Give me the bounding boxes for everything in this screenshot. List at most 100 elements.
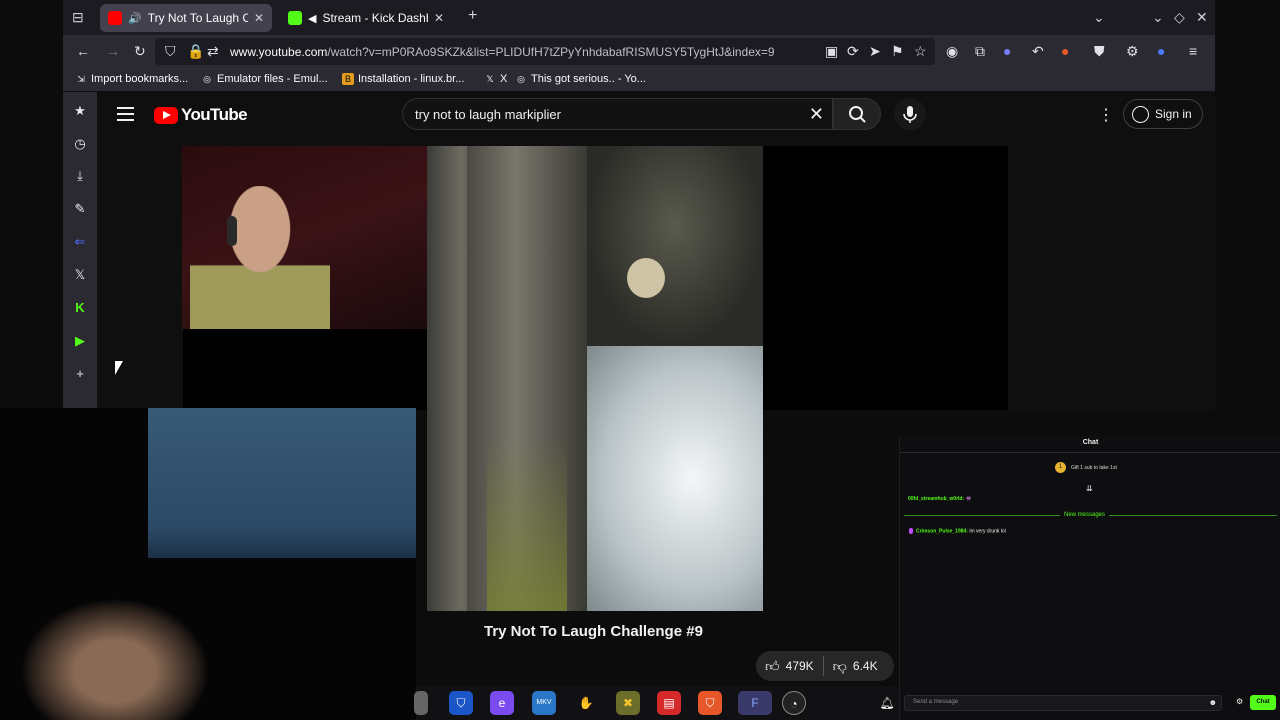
webcam-monitor-glow: [148, 408, 416, 558]
rumble-panel-icon[interactable]: ▶: [72, 333, 88, 349]
menu-icon[interactable]: ≡: [1189, 43, 1197, 59]
kick-panel-icon[interactable]: K: [72, 300, 88, 316]
sign-in-button[interactable]: Sign in: [1123, 99, 1203, 129]
taskbar: ⛉ e MKV ✋ ✖ ▤ ⛉ F ◔ 🔔︎: [414, 686, 899, 720]
thumbs-up-icon: 👍︎: [765, 657, 780, 674]
chat-input[interactable]: Send a message ☻: [904, 695, 1222, 711]
tab-youtube[interactable]: 🔊 Try Not To Laugh Challe ✕: [100, 4, 272, 32]
downloads-icon[interactable]: ⤓: [72, 168, 88, 184]
bookmark-star-icon[interactable]: ☆: [914, 43, 927, 60]
back-icon[interactable]: ←: [76, 43, 90, 59]
close-window-icon[interactable]: ✕: [1196, 9, 1208, 26]
stream-chat: Chat 1 Gift 1 sub to take 1st ⇊ 00fd_str…: [899, 435, 1280, 720]
hand-app-icon[interactable]: ✋: [574, 691, 598, 715]
new-messages-label[interactable]: New messages: [1060, 512, 1110, 518]
red-app-icon[interactable]: ▤: [657, 691, 681, 715]
tab-kick[interactable]: ◀ Stream - Kick Dashboar ✕: [280, 4, 452, 32]
clear-search-icon[interactable]: ✕: [809, 104, 824, 125]
panel-extension-icon[interactable]: ⇐: [72, 234, 88, 250]
brave-app-icon[interactable]: ⛉: [698, 691, 722, 715]
voice-search-button[interactable]: [894, 98, 926, 130]
tools-app-icon[interactable]: ✖: [616, 691, 640, 715]
browser-app-icon[interactable]: e: [490, 691, 514, 715]
emote-icon: 👾: [965, 496, 972, 502]
video-title: Try Not To Laugh Challenge #9: [484, 623, 703, 640]
chat-placeholder: Send a message: [913, 699, 959, 705]
history-icon[interactable]: ◷: [72, 136, 88, 152]
shield-icon[interactable]: ⛉: [165, 43, 176, 60]
video-frame[interactable]: [427, 146, 763, 611]
import-icon: ⇲: [77, 74, 85, 84]
bookmarks-star-icon[interactable]: ★: [72, 103, 88, 119]
forward-icon[interactable]: →: [106, 43, 120, 59]
b-icon: B: [342, 73, 354, 85]
add-panel-icon[interactable]: +: [72, 366, 88, 382]
lock-icon[interactable]: 🔒: [187, 43, 204, 60]
account-icon[interactable]: ◉: [946, 43, 958, 60]
close-tab-icon[interactable]: ✕: [434, 11, 444, 25]
translate-icon[interactable]: ⟳: [847, 43, 859, 60]
flag-icon[interactable]: ⚑: [891, 43, 904, 60]
obs-app-icon[interactable]: ◔: [782, 691, 806, 715]
chat-settings-icon[interactable]: ⚙: [1236, 697, 1243, 706]
chat-header: Chat: [900, 435, 1280, 453]
bookmark-x[interactable]: 𝕏X: [484, 73, 507, 85]
close-tab-icon[interactable]: ✕: [254, 11, 264, 25]
pip-icon[interactable]: ▣: [825, 43, 838, 60]
chevron-down-icon[interactable]: ⇊: [1086, 484, 1093, 493]
chat-send-button[interactable]: Chat: [1250, 695, 1276, 710]
tab-title: Stream - Kick Dashboar: [322, 11, 427, 25]
browser-sidebar: ★ ◷ ⤓ ✎ ⇐ 𝕏 K ▶ +: [63, 92, 97, 410]
video-rocks: [587, 146, 763, 346]
globe-icon: ◎: [517, 74, 525, 84]
speaker-icon[interactable]: 🔊: [128, 12, 142, 25]
guide-menu-icon[interactable]: [117, 107, 134, 121]
maximize-icon[interactable]: ◇: [1174, 9, 1185, 26]
speaker-icon[interactable]: ◀: [308, 12, 316, 25]
tab-list-icon[interactable]: ⊟: [72, 9, 84, 26]
search-input[interactable]: try not to laugh markiplier: [415, 107, 561, 122]
dislike-button[interactable]: 👎︎ 6.4K: [824, 658, 887, 675]
send-icon[interactable]: ➤: [869, 43, 881, 60]
extension-blue-icon[interactable]: ●: [1003, 43, 1011, 59]
profile-extension-icon[interactable]: ●: [1157, 43, 1165, 59]
brave-extension-icon[interactable]: ●: [1061, 43, 1069, 59]
notification-bell-icon[interactable]: 🔔︎: [875, 691, 899, 715]
permissions-icon[interactable]: ⇄: [207, 43, 219, 60]
bookmark-import[interactable]: ⇲ Import bookmarks...: [75, 73, 188, 85]
obs-extension-app-icon[interactable]: F: [738, 691, 772, 715]
emoji-icon[interactable]: ☻: [1209, 698, 1217, 707]
list-all-tabs-icon[interactable]: ⌄: [1093, 9, 1105, 26]
bookmark-installation[interactable]: B Installation - linux.br...: [342, 73, 464, 85]
bookmark-youtube[interactable]: ◎ This got serious.. - Yo...: [515, 73, 646, 85]
search-box[interactable]: try not to laugh markiplier ✕: [402, 98, 833, 130]
mkv-app-icon[interactable]: MKV: [532, 691, 556, 715]
youtube-logo[interactable]: YouTube: [154, 105, 248, 125]
url-bar[interactable]: ⛉ 🔒 ⇄ www.youtube.com/watch?v=mP0RAo9SKZ…: [155, 38, 935, 65]
user-badge-icon: [909, 528, 913, 534]
minimize-icon[interactable]: ⌄: [1152, 9, 1164, 26]
ublock-icon[interactable]: ⛊: [1094, 43, 1105, 60]
streamer-face: [20, 598, 210, 720]
x-panel-icon[interactable]: 𝕏: [72, 267, 88, 283]
youtube-play-icon: [154, 106, 178, 124]
files-app-icon[interactable]: [414, 691, 428, 715]
notes-pen-icon[interactable]: ✎: [72, 201, 88, 217]
like-button[interactable]: 👍︎ 479K: [756, 658, 823, 675]
search-button[interactable]: [833, 98, 881, 130]
reactor-person: [190, 186, 330, 329]
undo-icon[interactable]: ↶: [1032, 43, 1044, 60]
reload-icon[interactable]: ↻: [134, 43, 146, 60]
thumbs-down-icon: 👎︎: [832, 657, 847, 674]
puzzle-icon[interactable]: ⚙: [1126, 43, 1139, 60]
new-tab-button[interactable]: +: [468, 7, 477, 25]
extensions-icon[interactable]: ⧉: [975, 43, 985, 60]
url-text[interactable]: www.youtube.com/watch?v=mP0RAo9SKZk&list…: [230, 45, 775, 59]
microphone-icon: [903, 106, 917, 123]
like-dislike-group: 👍︎ 479K 👎︎ 6.4K: [756, 651, 894, 681]
globe-icon: ◎: [203, 74, 211, 84]
bookmark-emulator[interactable]: ◎ Emulator files - Emul...: [201, 73, 328, 85]
settings-kebab-icon[interactable]: ⋮: [1098, 105, 1114, 125]
youtube-header: YouTube try not to laugh markiplier ✕ ⋮ …: [97, 92, 1215, 138]
bitwarden-app-icon[interactable]: ⛉: [449, 691, 473, 715]
